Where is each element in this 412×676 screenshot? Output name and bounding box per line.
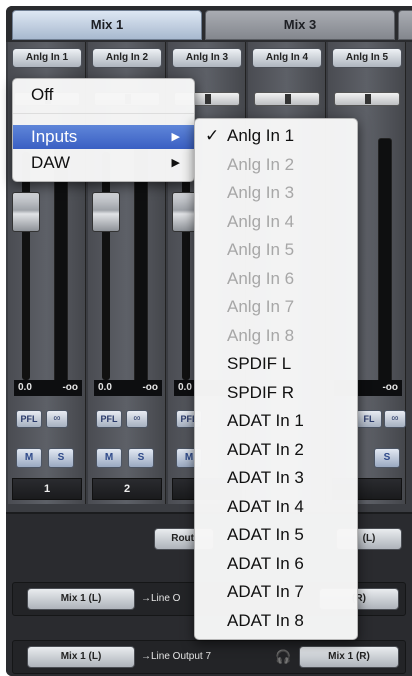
mute-button[interactable]: M xyxy=(16,448,42,468)
submenu-item-label: Anlg In 4 xyxy=(227,211,295,231)
level-meter xyxy=(378,138,392,394)
submenu-item-label: ADAT In 8 xyxy=(227,610,304,630)
pfl-button[interactable]: FL xyxy=(356,410,382,428)
mix-left-button[interactable]: Mix 1 (L) xyxy=(27,646,135,668)
gain-value: 0.0 xyxy=(98,382,112,393)
output-row: Mix 1 (L) →Line Output 7 🎧 Mix 1 (R) xyxy=(12,640,406,674)
tab-mix-3[interactable]: Mix 3 xyxy=(205,10,395,40)
fader-handle[interactable] xyxy=(92,192,120,232)
submenu-item[interactable]: ADAT In 6 xyxy=(195,551,357,577)
input-source-button[interactable]: Anlg In 5 xyxy=(332,48,402,68)
submenu-item[interactable]: ADAT In 1 xyxy=(195,408,357,434)
tab-bar: Mix 1 Mix 3 xyxy=(6,6,412,42)
mix-right-button[interactable]: Mix 1 (R) xyxy=(299,646,399,668)
submenu-item: Anlg In 8 xyxy=(195,323,357,349)
submenu-item[interactable]: ADAT In 8 xyxy=(195,608,357,634)
mute-button[interactable]: M xyxy=(96,448,122,468)
fader-track xyxy=(182,152,190,380)
output-label: →Line Output 7 xyxy=(141,651,212,662)
submenu-item: Anlg In 2 xyxy=(195,152,357,178)
output-label: →Line O xyxy=(141,593,181,604)
input-source-button[interactable]: Anlg In 3 xyxy=(172,48,242,68)
submenu-item-label: Anlg In 2 xyxy=(227,154,295,174)
inputs-submenu: ✓ Anlg In 1 Anlg In 2 Anlg In 3 Anlg In 4 Anl… xyxy=(194,118,358,640)
submenu-item[interactable]: ADAT In 7 xyxy=(195,579,357,605)
submenu-item-label: Anlg In 3 xyxy=(227,183,295,202)
submenu-item[interactable]: ADAT In 2 xyxy=(195,437,357,463)
submenu-item-label: SPDIF R xyxy=(227,382,295,402)
solo-button[interactable]: S xyxy=(128,448,154,468)
menu-item-label: DAW xyxy=(31,153,71,172)
submenu-item-label: ADAT In 1 xyxy=(227,411,304,430)
submenu-arrow-icon: ▶ xyxy=(171,157,180,169)
fader-handle[interactable] xyxy=(12,192,40,232)
source-menu: Off Inputs ▶ DAW ▶ xyxy=(12,78,195,182)
peak-value: -oo xyxy=(382,382,398,393)
submenu-item-label: Anlg In 6 xyxy=(227,268,295,288)
submenu-item[interactable]: ADAT In 5 xyxy=(195,522,357,548)
menu-separator xyxy=(13,113,194,114)
pfl-button[interactable]: PFL xyxy=(96,410,122,428)
submenu-item-label: ADAT In 3 xyxy=(227,468,304,487)
fader-track xyxy=(102,152,110,380)
submenu-arrow-icon: ▶ xyxy=(171,131,180,143)
submenu-item: Anlg In 3 xyxy=(195,180,357,206)
submenu-item-label: Anlg In 8 xyxy=(227,325,295,345)
menu-item-inputs[interactable]: Inputs ▶ xyxy=(13,125,194,149)
menu-item-off[interactable]: Off xyxy=(13,83,194,107)
submenu-item-label: ADAT In 2 xyxy=(227,439,304,459)
gain-value: 0.0 xyxy=(178,382,192,393)
input-source-button[interactable]: Anlg In 4 xyxy=(252,48,322,68)
gain-value: 0.0 xyxy=(18,382,32,393)
headphones-icon: 🎧 xyxy=(275,649,292,664)
stereo-link-button[interactable]: ∞ xyxy=(46,410,68,428)
pfl-button[interactable]: PFL xyxy=(16,410,42,428)
tab-mix-1[interactable]: Mix 1 xyxy=(12,10,202,40)
submenu-item-label: Anlg In 1 xyxy=(227,126,295,145)
input-source-button[interactable]: Anlg In 2 xyxy=(92,48,162,68)
stereo-link-button[interactable]: ∞ xyxy=(126,410,148,428)
submenu-item-label: Anlg In 7 xyxy=(227,297,295,316)
fader-track xyxy=(22,152,30,380)
checkmark-icon: ✓ xyxy=(205,126,220,145)
submenu-item-label: Anlg In 5 xyxy=(227,240,295,259)
solo-button[interactable]: S xyxy=(48,448,74,468)
peak-value: -oo xyxy=(62,382,78,393)
input-source-button[interactable]: Anlg In 1 xyxy=(12,48,82,68)
tab-overflow[interactable] xyxy=(398,10,412,40)
pan-slider[interactable] xyxy=(254,92,320,106)
submenu-item: Anlg In 6 xyxy=(195,266,357,292)
menu-item-label: Inputs xyxy=(31,127,78,146)
submenu-item[interactable]: ADAT In 3 xyxy=(195,465,357,491)
submenu-item[interactable]: SPDIF L xyxy=(195,351,357,377)
submenu-item: Anlg In 5 xyxy=(195,237,357,263)
submenu-item: Anlg In 7 xyxy=(195,294,357,320)
submenu-item-label: SPDIF L xyxy=(227,354,292,373)
submenu-item-label: ADAT In 6 xyxy=(227,553,304,573)
submenu-item[interactable]: ✓ Anlg In 1 xyxy=(195,123,357,149)
channel-number: 1 xyxy=(12,478,82,500)
gain-readout: 0.0 -oo xyxy=(94,380,162,396)
solo-button[interactable]: S xyxy=(374,448,400,468)
menu-item-daw[interactable]: DAW ▶ xyxy=(13,151,194,175)
pan-slider[interactable] xyxy=(334,92,400,106)
stereo-link-button[interactable]: ∞ xyxy=(384,410,406,428)
submenu-item-label: ADAT In 7 xyxy=(227,582,304,601)
submenu-item-label: ADAT In 5 xyxy=(227,525,304,544)
gain-readout: 0.0 -oo xyxy=(14,380,82,396)
submenu-item[interactable]: ADAT In 4 xyxy=(195,494,357,520)
peak-value: -oo xyxy=(142,382,158,393)
submenu-item[interactable]: SPDIF R xyxy=(195,380,357,406)
submenu-item: Anlg In 4 xyxy=(195,209,357,235)
mix-left-button[interactable]: Mix 1 (L) xyxy=(27,588,135,610)
submenu-item-label: ADAT In 4 xyxy=(227,496,304,516)
channel-number: 2 xyxy=(92,478,162,500)
